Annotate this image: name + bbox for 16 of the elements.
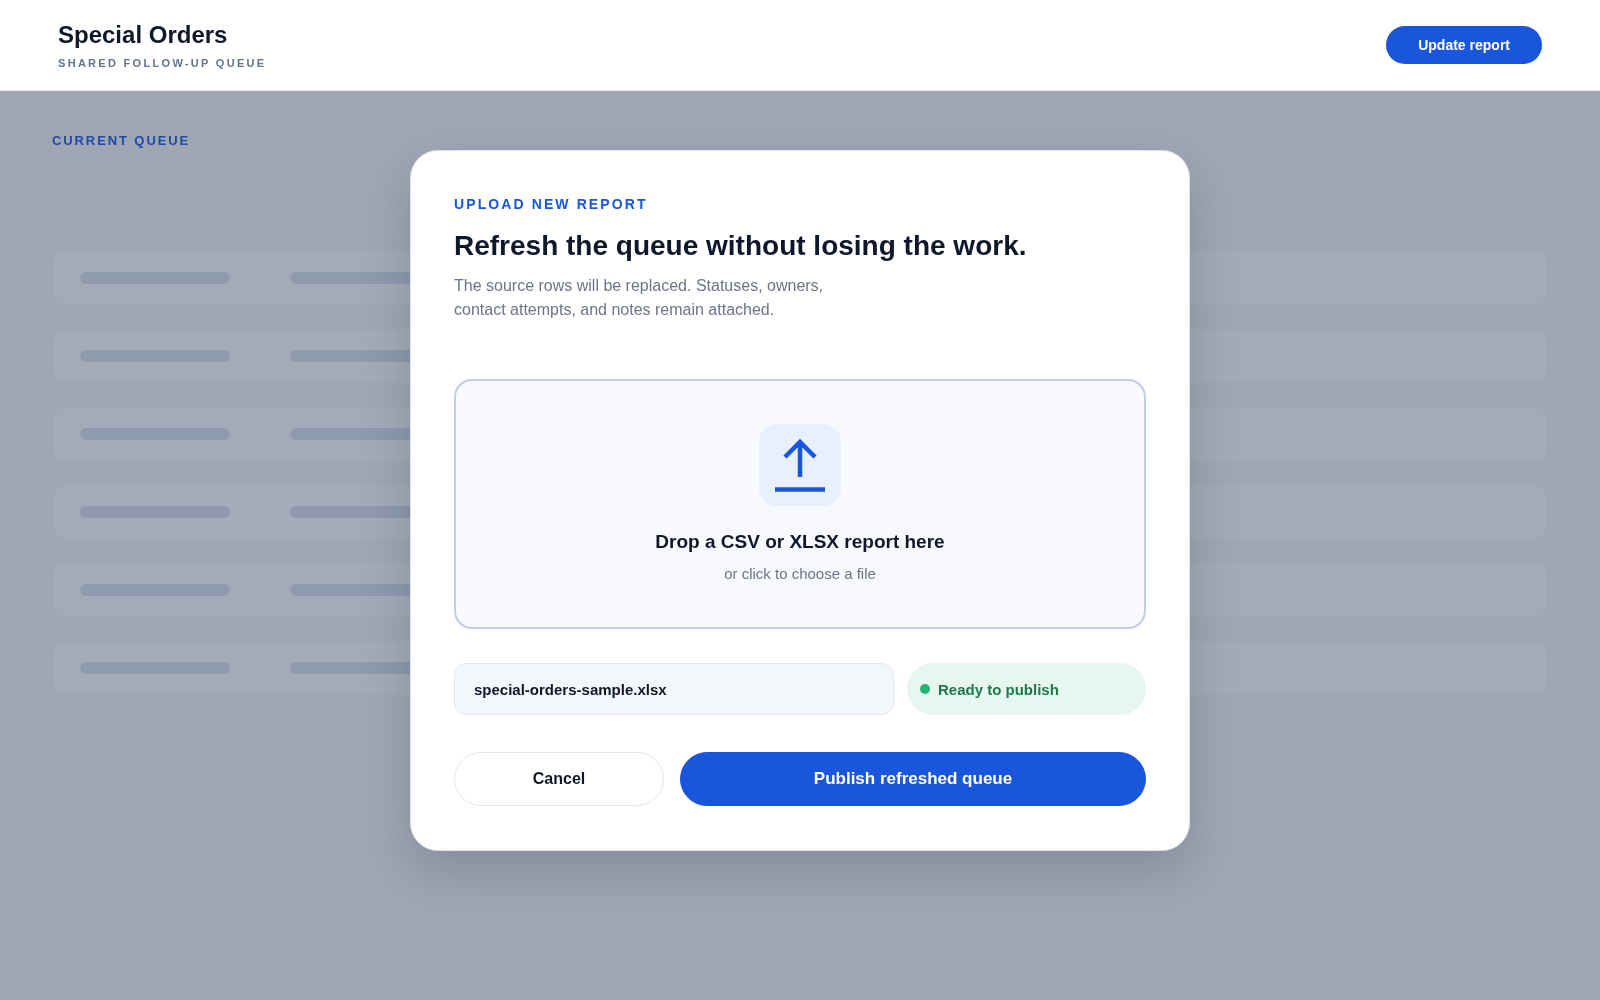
cancel-button[interactable]: Cancel [454,752,664,806]
dialog-description: The source rows will be replaced. Statuses, owners, contact attempts, and notes remain attached. [454,276,825,320]
file-dropzone[interactable]: Drop a CSV or XLSX report here or click to choose a file [454,379,1146,629]
app-title: Special Orders [58,20,229,49]
upload-icon [759,424,841,506]
dialog-eyebrow: UPLOAD NEW REPORT [454,195,649,213]
dialog-title: Refresh the queue without losing the work. [454,229,1028,263]
dropzone-title: Drop a CSV or XLSX report here [655,530,945,554]
status-dot-icon [920,684,930,694]
update-report-button[interactable]: Update report [1386,26,1542,64]
dropzone-hint: or click to choose a file [724,565,876,583]
selected-file-name: special-orders-sample.xlsx [454,663,894,715]
section-label: CURRENT QUEUE [52,133,192,149]
app-subtitle: SHARED FOLLOW-UP QUEUE [58,55,267,70]
publish-button[interactable]: Publish refreshed queue [680,752,1146,806]
status-label: Ready to publish [938,680,1059,698]
